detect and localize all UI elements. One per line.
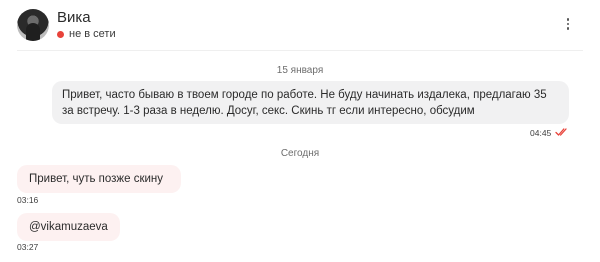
- outgoing-message[interactable]: Привет, часто бываю в твоем городе по ра…: [52, 81, 569, 124]
- message-text: @vikamuzaeva: [29, 221, 108, 233]
- offline-dot-icon: [57, 30, 64, 38]
- date-divider: 15 января: [276, 65, 324, 76]
- chat-header: Вика не в сети: [0, 0, 600, 50]
- header-divider: [17, 50, 583, 51]
- avatar[interactable]: [17, 9, 49, 41]
- double-check-icon: [555, 128, 567, 136]
- incoming-message[interactable]: Привет, чуть позже скину: [17, 165, 181, 193]
- message-text: Привет, чуть позже скину: [29, 173, 164, 185]
- date-divider: Сегодня: [280, 148, 320, 159]
- contact-status: не в сети: [57, 28, 116, 40]
- more-menu-button[interactable]: [560, 14, 576, 34]
- status-text: не в сети: [69, 28, 116, 40]
- vertical-dots-icon: [566, 18, 570, 21]
- message-time: 03:27: [17, 242, 39, 252]
- message-time: 04:45: [530, 128, 552, 138]
- contact-name[interactable]: Вика: [57, 9, 91, 26]
- incoming-message[interactable]: @vikamuzaeva: [17, 213, 120, 241]
- message-time: 03:16: [17, 195, 39, 205]
